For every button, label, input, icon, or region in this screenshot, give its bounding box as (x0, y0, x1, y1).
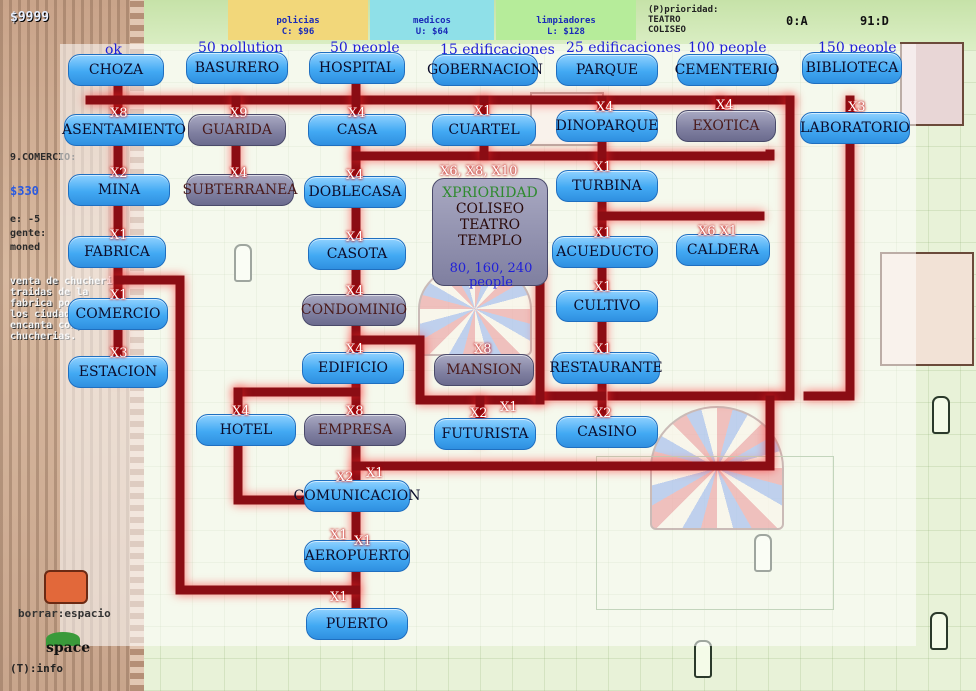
node-parque[interactable]: PARQUE (556, 54, 658, 86)
multiplier-label: X4 (230, 166, 248, 181)
multiplier-label: X1 (110, 228, 128, 243)
multiplier-label: X1 (500, 400, 518, 415)
multiplier-label: X2 (594, 406, 612, 421)
node-mansion[interactable]: MANSION (434, 354, 534, 386)
multiplier-label: X9 (230, 106, 248, 121)
multiplier-label: X6, X8, X10 (440, 164, 518, 179)
multiplier-label: X1 (366, 466, 384, 481)
connector-line (351, 149, 775, 161)
multiplier-label: X4 (716, 98, 734, 113)
multiplier-label: X2 (470, 406, 488, 421)
delete-hint: borrar:espacio (18, 607, 111, 620)
multiplier-label: X1 (330, 528, 348, 543)
priority-group-people: 80, 160, 240 people (449, 261, 533, 290)
multiplier-label: X4 (346, 342, 364, 357)
multiplier-label: X1 (330, 590, 348, 605)
multiplier-label: X4 (596, 100, 614, 115)
game-screen: $9999 policias C: $96 medicos U: $64 lim… (0, 0, 976, 691)
node-gobernacion[interactable]: GOBERNACION (427, 54, 543, 86)
multiplier-label: X4 (348, 106, 366, 121)
multiplier-label: X4 (346, 284, 364, 299)
node-laboratorio[interactable]: LABORATORIO (800, 112, 910, 144)
node-futurista[interactable]: FUTURISTA (434, 418, 536, 450)
priority-group-item: TEMPLO (457, 233, 523, 249)
multiplier-label: X1 (594, 342, 612, 357)
multiplier-label: X8 (474, 342, 492, 357)
node-biblioteca[interactable]: BIBLIOTECA (802, 52, 902, 84)
space-key-label[interactable]: space (46, 640, 90, 656)
node-cementerio[interactable]: CEMENTERIO (675, 54, 779, 86)
multiplier-label: X3 (848, 100, 866, 115)
node-exotica[interactable]: EXOTICA (676, 110, 776, 142)
node-hospital[interactable]: HOSPITAL (309, 52, 405, 84)
node-puerto[interactable]: PUERTO (306, 608, 408, 640)
node-choza[interactable]: CHOZA (68, 54, 164, 86)
info-hint: (T):info (10, 662, 63, 675)
multiplier-label: X1 (594, 160, 612, 175)
multiplier-label: X2 (336, 470, 354, 485)
multiplier-label: X1 (594, 280, 612, 295)
priority-group-item: COLISEO (455, 201, 525, 217)
multiplier-label: X2 (110, 166, 128, 181)
multiplier-label: X1 (594, 226, 612, 241)
multiplier-label: X6 X1 (698, 224, 738, 239)
multiplier-label: X8 (110, 106, 128, 121)
priority-group-title: XPRIORIDAD (442, 185, 538, 201)
node-comunicacion[interactable]: COMUNICACION (294, 480, 420, 512)
multiplier-label: X1 (354, 534, 372, 549)
node-basurero[interactable]: BASURERO (186, 52, 288, 84)
multiplier-label: X8 (346, 404, 364, 419)
multiplier-label: X4 (232, 404, 250, 419)
multiplier-label: X4 (346, 230, 364, 245)
multiplier-label: X1 (110, 288, 128, 303)
bulldozer-icon[interactable] (44, 570, 88, 604)
multiplier-label: X1 (474, 104, 492, 119)
multiplier-label: X3 (110, 346, 128, 361)
connector-line (803, 95, 855, 401)
multiplier-label: X4 (346, 168, 364, 183)
priority-group-item: TEATRO (459, 217, 521, 233)
